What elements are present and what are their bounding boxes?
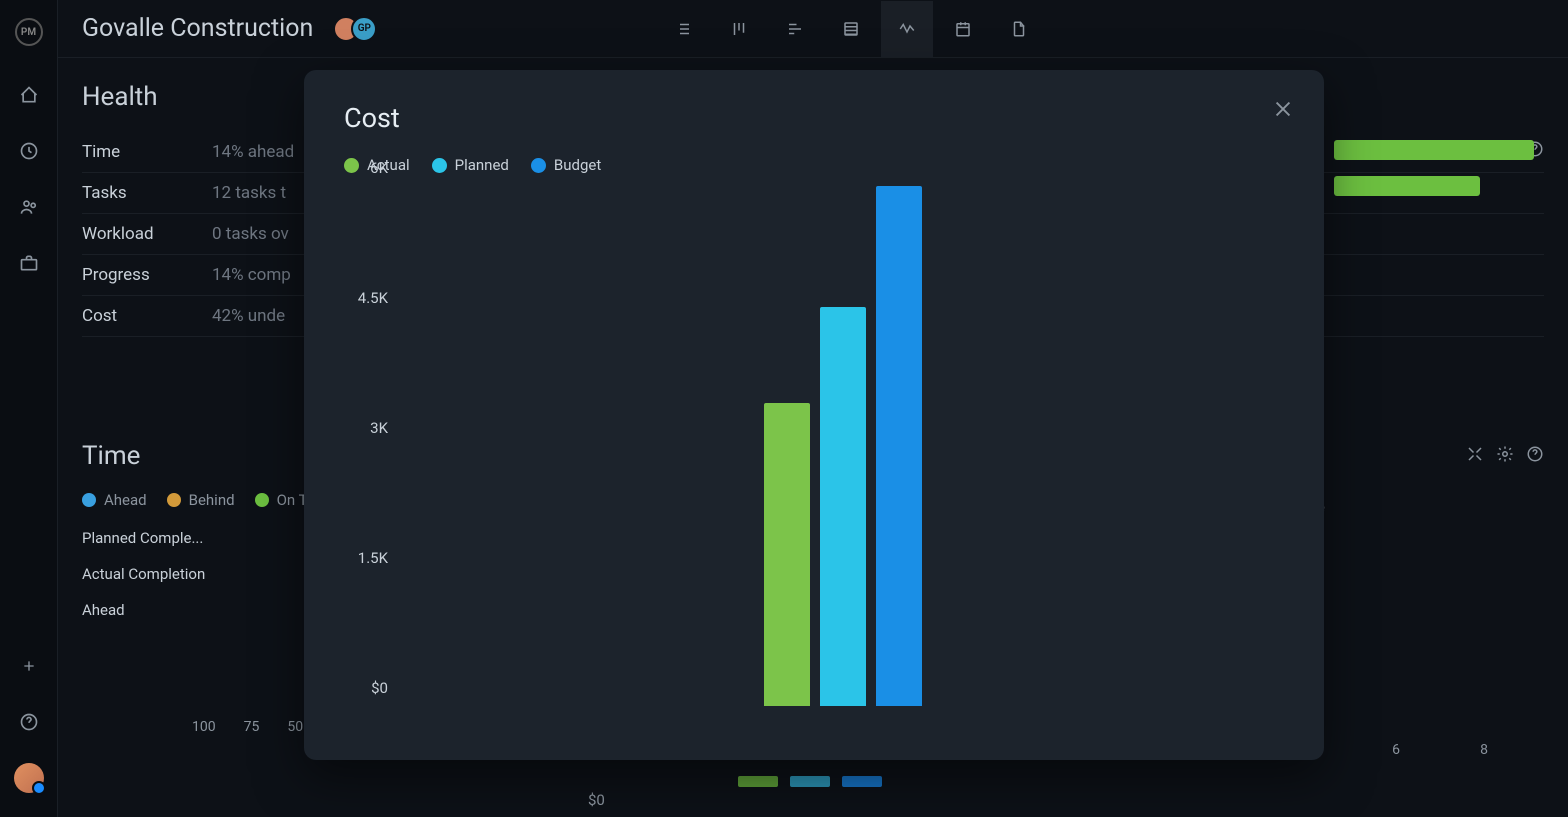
legend-label: Planned bbox=[455, 156, 509, 174]
bg-cost-zero: $0 bbox=[588, 791, 605, 809]
health-metric-label: Cost bbox=[82, 306, 212, 326]
health-metric-label: Tasks bbox=[82, 183, 212, 203]
legend-item: Ahead bbox=[82, 491, 147, 509]
time-title: Time bbox=[82, 441, 140, 471]
bg-cost-bar bbox=[738, 776, 778, 787]
health-metric-value: 14% comp bbox=[212, 265, 291, 285]
health-metric-value: 14% ahead bbox=[212, 142, 294, 162]
modal-title: Cost bbox=[344, 102, 1284, 134]
gantt-view-tab[interactable] bbox=[769, 1, 821, 57]
briefcase-icon[interactable] bbox=[18, 252, 40, 274]
health-metric-value: 42% unde bbox=[212, 306, 285, 326]
bg-bar bbox=[1334, 140, 1534, 160]
help-icon[interactable] bbox=[18, 711, 40, 733]
health-title: Health bbox=[82, 82, 158, 112]
legend-dot bbox=[82, 493, 96, 507]
app-logo[interactable]: PM bbox=[15, 18, 43, 46]
cost-chart: 6K4.5K3K1.5K$0 bbox=[344, 186, 1284, 726]
legend-label: Ahead bbox=[104, 491, 147, 509]
team-icon[interactable] bbox=[18, 196, 40, 218]
list-view-tab[interactable] bbox=[657, 1, 709, 57]
x-tick: 100 bbox=[192, 719, 216, 735]
project-title: Govalle Construction bbox=[82, 14, 313, 43]
x-tick: 6 bbox=[1392, 742, 1400, 758]
gear-icon[interactable] bbox=[1496, 445, 1514, 467]
legend-dot bbox=[531, 158, 546, 173]
health-metric-label: Time bbox=[82, 142, 212, 162]
legend-item: On T bbox=[255, 491, 308, 509]
chart-bar bbox=[764, 403, 810, 706]
y-tick: 3K bbox=[344, 419, 388, 437]
user-avatar[interactable] bbox=[14, 763, 44, 793]
dashboard-view-tab[interactable] bbox=[881, 1, 933, 57]
project-members[interactable]: GP bbox=[333, 16, 377, 42]
cost-modal: Cost ActualPlannedBudget 6K4.5K3K1.5K$0 bbox=[304, 70, 1324, 760]
legend-label: On T bbox=[277, 491, 308, 509]
expand-icon[interactable] bbox=[1466, 445, 1484, 467]
bg-cost-bar bbox=[842, 776, 882, 787]
y-tick: 1.5K bbox=[344, 549, 388, 567]
y-tick: 6K bbox=[344, 159, 388, 177]
legend-label: Budget bbox=[554, 156, 601, 174]
chart-bar bbox=[820, 307, 866, 706]
header: Govalle Construction GP bbox=[58, 0, 1568, 58]
bg-bar bbox=[1334, 176, 1480, 196]
x-tick: 50 bbox=[287, 719, 303, 735]
add-icon[interactable] bbox=[18, 655, 40, 677]
clock-icon[interactable] bbox=[18, 140, 40, 162]
close-icon[interactable] bbox=[1272, 98, 1296, 122]
chart-bar bbox=[876, 186, 922, 706]
health-metric-label: Workload bbox=[82, 224, 212, 244]
member-avatar[interactable]: GP bbox=[351, 16, 377, 42]
legend-label: Behind bbox=[189, 491, 235, 509]
sidebar: PM bbox=[0, 0, 58, 817]
x-tick: 75 bbox=[244, 719, 260, 735]
legend-dot bbox=[255, 493, 269, 507]
bg-cost-bars bbox=[738, 776, 882, 787]
health-metric-value: 0 tasks ov bbox=[212, 224, 289, 244]
y-tick: $0 bbox=[344, 679, 388, 697]
legend-dot bbox=[167, 493, 181, 507]
health-metric-label: Progress bbox=[82, 265, 212, 285]
x-tick: 8 bbox=[1480, 742, 1488, 758]
view-tabs bbox=[657, 1, 1045, 57]
health-metric-value: 12 tasks t bbox=[212, 183, 286, 203]
help-panel-icon[interactable] bbox=[1526, 445, 1544, 467]
bg-cost-bar bbox=[790, 776, 830, 787]
legend-item: Behind bbox=[167, 491, 235, 509]
legend-item: Budget bbox=[531, 156, 601, 174]
calendar-view-tab[interactable] bbox=[937, 1, 989, 57]
legend-item: Planned bbox=[432, 156, 509, 174]
file-view-tab[interactable] bbox=[993, 1, 1045, 57]
board-view-tab[interactable] bbox=[713, 1, 765, 57]
y-tick: 4.5K bbox=[344, 289, 388, 307]
home-icon[interactable] bbox=[18, 84, 40, 106]
sheet-view-tab[interactable] bbox=[825, 1, 877, 57]
legend-dot bbox=[432, 158, 447, 173]
